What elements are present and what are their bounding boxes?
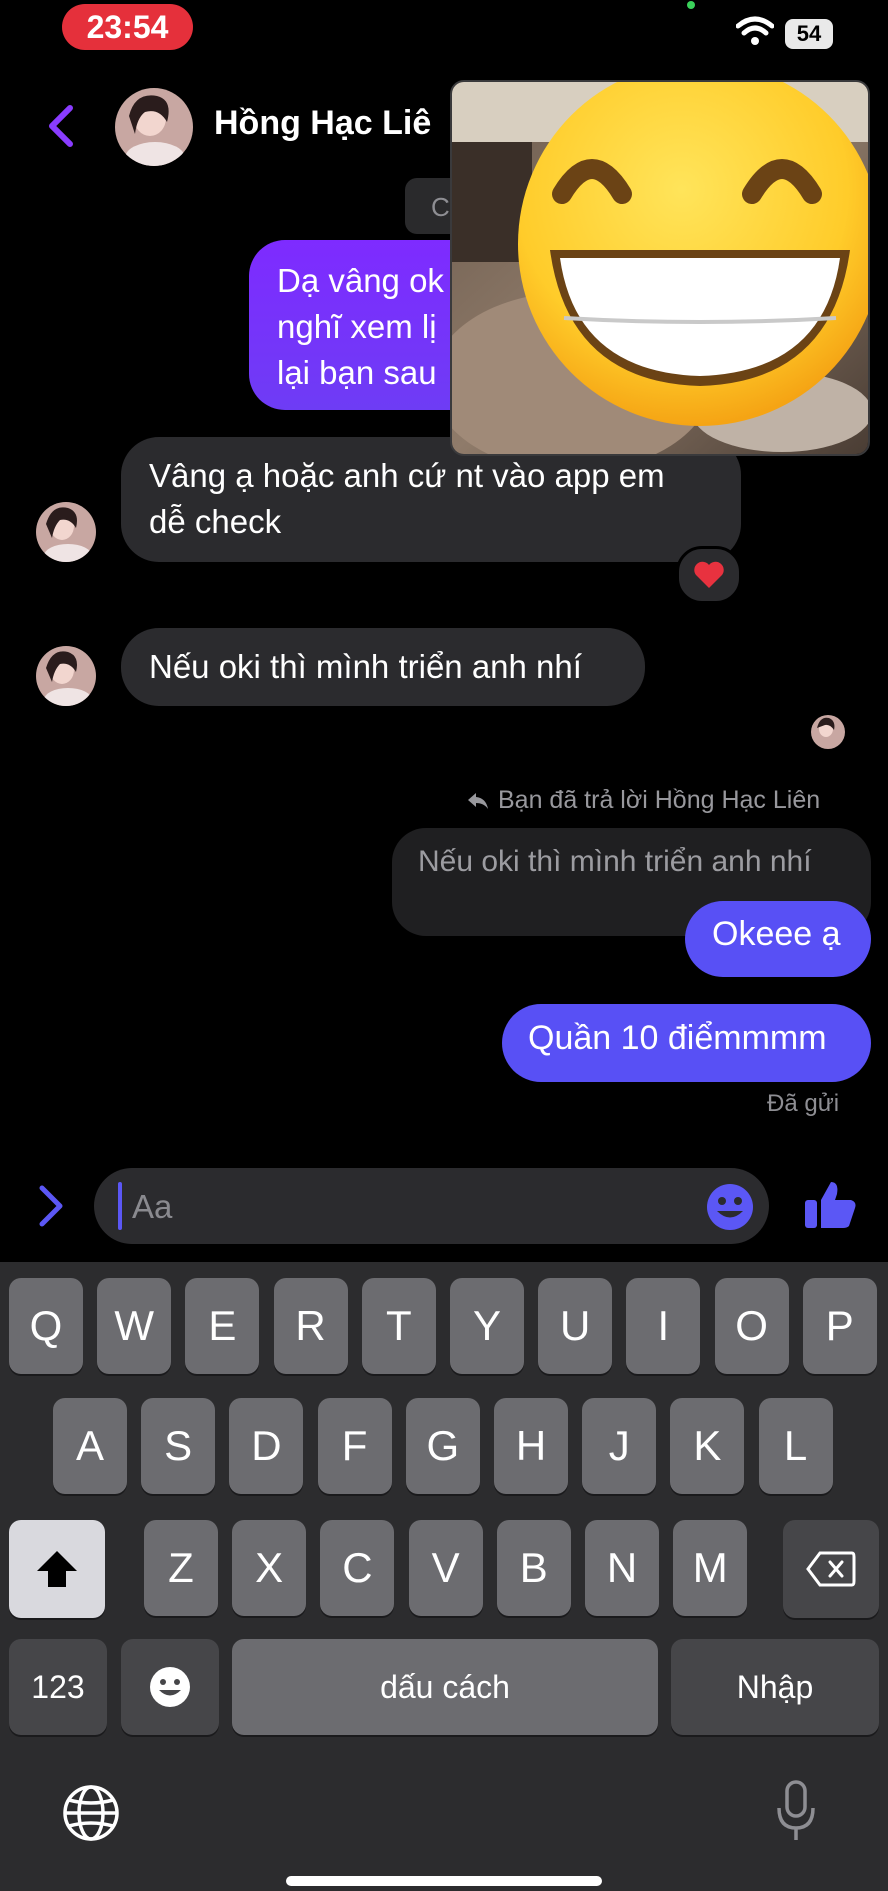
heart-reaction-icon[interactable] — [676, 546, 742, 604]
battery-indicator: 54 — [785, 19, 833, 49]
key-a[interactable]: A — [53, 1398, 127, 1494]
contact-avatar[interactable] — [115, 88, 193, 166]
key-h[interactable]: H — [494, 1398, 568, 1494]
key-x[interactable]: X — [232, 1520, 307, 1616]
key-t[interactable]: T — [361, 1278, 436, 1374]
key-s[interactable]: S — [141, 1398, 216, 1494]
sender-avatar[interactable] — [36, 502, 96, 562]
backspace-icon — [806, 1551, 856, 1587]
key-k[interactable]: K — [670, 1398, 745, 1494]
globe-icon[interactable] — [62, 1784, 120, 1842]
microphone-icon[interactable] — [776, 1780, 816, 1844]
sender-avatar[interactable] — [36, 646, 96, 706]
key-v[interactable]: V — [408, 1520, 483, 1616]
picture-in-picture-video[interactable] — [450, 80, 870, 456]
key-j[interactable]: J — [582, 1398, 657, 1494]
key-u[interactable]: U — [538, 1278, 613, 1374]
key-r[interactable]: R — [273, 1278, 348, 1374]
read-receipt-avatar — [811, 715, 845, 749]
key-w[interactable]: W — [97, 1278, 172, 1374]
key-p[interactable]: P — [802, 1278, 877, 1374]
contact-name[interactable]: Hồng Hạc Liê — [214, 104, 431, 143]
camera-in-use-indicator — [687, 1, 695, 9]
sent-message-bubble[interactable]: Quần 10 điểmmmm — [502, 1004, 871, 1082]
shift-icon — [37, 1551, 77, 1587]
message-composer — [94, 1168, 769, 1244]
sent-message-bubble[interactable]: Okeee ạ — [685, 901, 871, 977]
emoji-icon — [150, 1667, 190, 1707]
back-icon[interactable] — [44, 104, 80, 148]
wifi-icon — [736, 16, 774, 45]
key-i[interactable]: I — [626, 1278, 701, 1374]
key-n[interactable]: N — [585, 1520, 659, 1616]
key-o[interactable]: O — [714, 1278, 789, 1374]
received-message-bubble[interactable]: Nếu oki thì mình triển anh nhí — [121, 628, 645, 706]
reply-context-label: Bạn đã trả lời Hồng Hạc Liên — [466, 786, 820, 815]
key-l[interactable]: L — [758, 1398, 833, 1494]
key-z[interactable]: Z — [144, 1520, 218, 1616]
shift-key[interactable] — [9, 1520, 105, 1618]
delete-key[interactable] — [783, 1520, 879, 1618]
numbers-key[interactable]: 123 — [9, 1639, 107, 1735]
reply-context-text: Bạn đã trả lời Hồng Hạc Liên — [498, 786, 821, 814]
key-d[interactable]: D — [229, 1398, 304, 1494]
reply-icon — [468, 792, 488, 809]
return-key[interactable]: Nhập — [671, 1639, 879, 1735]
key-g[interactable]: G — [405, 1398, 480, 1494]
key-m[interactable]: M — [673, 1520, 748, 1616]
status-time: 23:54 — [62, 4, 193, 50]
home-indicator — [286, 1876, 602, 1886]
key-f[interactable]: F — [317, 1398, 392, 1494]
emoji-keyboard-key[interactable] — [121, 1639, 219, 1735]
message-status: Đã gửi — [767, 1090, 840, 1117]
thumbs-up-icon[interactable] — [803, 1176, 859, 1232]
key-c[interactable]: C — [320, 1520, 395, 1616]
key-q[interactable]: Q — [9, 1278, 83, 1374]
key-e[interactable]: E — [185, 1278, 260, 1374]
text-caret — [118, 1182, 122, 1230]
message-input[interactable] — [130, 1178, 674, 1236]
emoji-icon[interactable] — [705, 1182, 755, 1232]
key-b[interactable]: B — [496, 1520, 571, 1616]
key-y[interactable]: Y — [450, 1278, 524, 1374]
expand-actions-icon[interactable] — [36, 1184, 66, 1228]
on-screen-keyboard: 123 dấu cách Nhập QWERTYUIOP ASDFGHJKL ZXC… — [0, 1262, 888, 1891]
space-key[interactable]: dấu cách — [232, 1639, 658, 1735]
